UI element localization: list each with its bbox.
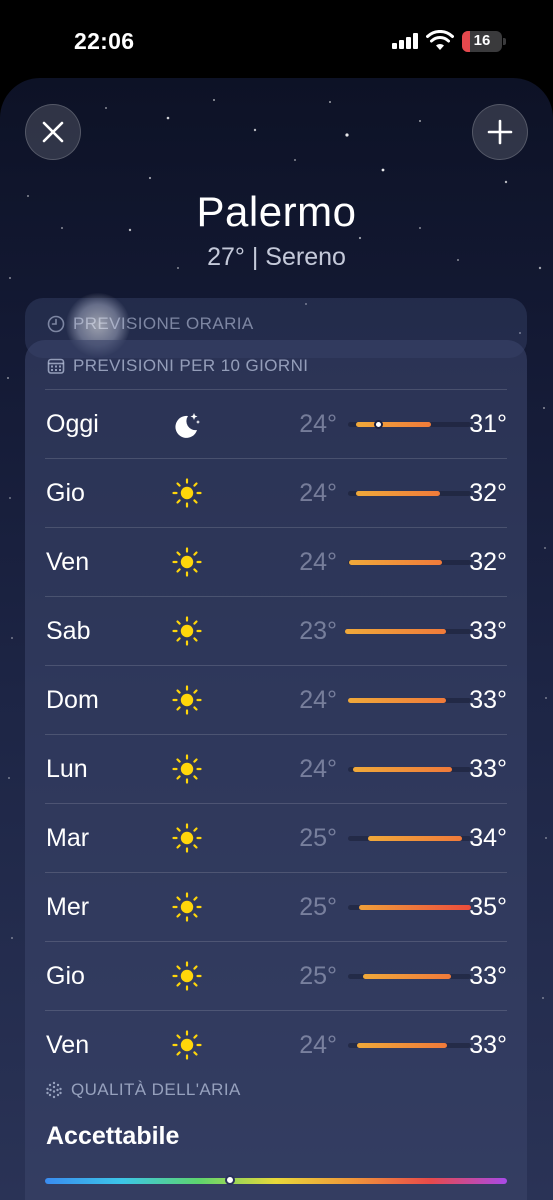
close-button[interactable] [25,104,81,160]
forecast-low: 25° [299,962,337,990]
forecast-high: 34° [469,824,507,852]
forecast-low: 24° [299,548,337,576]
forecast-day: Dom [46,686,99,714]
forecast-list: Oggi 24° 31° Gio 24° 32° Ven 24° 32° Sab… [45,389,507,1079]
ten-day-forecast-card[interactable]: PREVISIONI PER 10 GIORNI Oggi 24° 31° Gi… [25,340,527,1200]
forecast-low: 24° [299,755,337,783]
sun-icon [172,961,202,991]
forecast-high: 33° [469,962,507,990]
forecast-day: Gio [46,479,85,507]
status-bar: 22:06 16 [0,0,553,80]
forecast-day: Ven [46,548,90,576]
sun-icon [172,478,202,508]
forecast-row[interactable]: Sab 23° 33° [45,596,507,665]
calendar-icon [47,358,65,374]
forecast-low: 24° [299,686,337,714]
forecast-day: Gio [46,962,85,990]
forecast-day: Oggi [46,410,99,438]
forecast-day: Mar [46,824,90,852]
status-time: 22:06 [74,28,135,54]
forecast-day: Lun [46,755,88,783]
forecast-row[interactable]: Ven 24° 33° [45,1010,507,1079]
close-icon [42,121,64,143]
forecast-high: 33° [469,755,507,783]
forecast-low: 25° [299,893,337,921]
forecast-high: 32° [469,548,507,576]
current-temperature-marker [374,420,383,429]
forecast-high: 31° [469,410,507,438]
forecast-day: Mer [46,893,90,921]
air-quality-value: Accettabile [46,1122,180,1150]
clock-icon [47,315,65,333]
current-conditions: 27° | Sereno [207,243,346,271]
wifi-icon [426,30,454,50]
forecast-row[interactable]: Gio 24° 32° [45,458,507,527]
sun-icon [172,547,202,577]
forecast-row[interactable]: Mer 25° 35° [45,872,507,941]
air-quality-scale [45,1175,507,1185]
sun-icon [172,685,202,715]
forecast-low: 24° [299,1031,337,1059]
weather-sheet: Palermo 27° | Sereno PREVISIONE ORARIA P… [0,78,553,1200]
forecast-row[interactable]: Oggi 24° 31° [45,389,507,458]
forecast-day: Sab [46,617,91,645]
forecast-high: 33° [469,1031,507,1059]
air-quality-marker [225,1175,235,1185]
forecast-high: 35° [469,893,507,921]
forecast-high: 33° [469,617,507,645]
sun-icon [172,1030,202,1060]
forecast-row[interactable]: Lun 24° 33° [45,734,507,803]
moon-stars-icon [175,413,200,438]
forecast-day: Ven [46,1031,90,1059]
sun-icon [172,616,202,646]
city-name: Palermo [196,188,357,235]
forecast-row[interactable]: Ven 24° 32° [45,527,507,596]
air-quality-icon [46,1081,62,1099]
sun-icon [172,754,202,784]
ten-day-title: PREVISIONI PER 10 GIORNI [73,356,309,375]
forecast-row[interactable]: Dom 24° 33° [45,665,507,734]
battery-level: 16 [473,32,491,49]
forecast-low: 25° [299,824,337,852]
forecast-high: 33° [469,686,507,714]
cellular-signal-icon [392,33,418,49]
forecast-low: 24° [299,479,337,507]
sun-icon [172,823,202,853]
sun-icon [172,892,202,922]
plus-icon [487,119,513,145]
forecast-row[interactable]: Mar 25° 34° [45,803,507,872]
forecast-row[interactable]: Gio 25° 33° [45,941,507,1010]
add-city-button[interactable] [472,104,528,160]
forecast-low: 24° [299,410,337,438]
air-quality-title: QUALITÀ DELL'ARIA [71,1080,241,1099]
forecast-high: 32° [469,479,507,507]
forecast-low: 23° [299,617,337,645]
battery-indicator: 16 [462,31,502,52]
